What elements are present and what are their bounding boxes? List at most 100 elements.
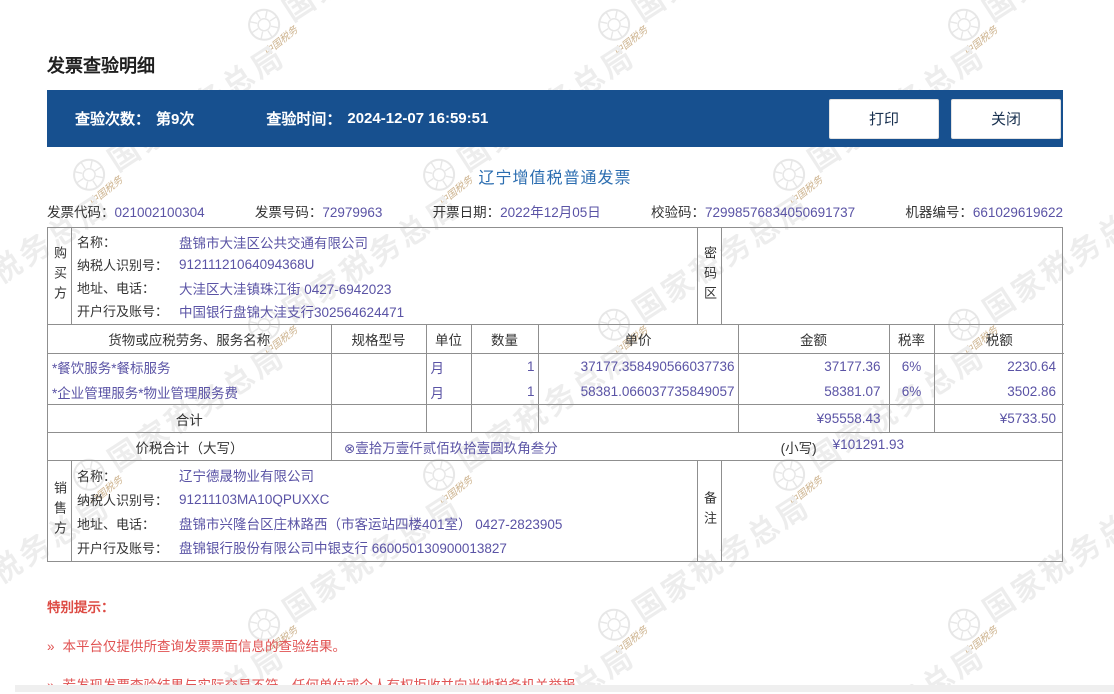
buyer-name-value: 盘锦市大洼区公共交通有限公司 — [179, 232, 697, 252]
col-header-price: 单价 — [538, 325, 738, 354]
grand-total-row: 价税合计（大写） ⊗壹拾万壹仟贰佰玖拾壹圆玖角叁分 (小写) ¥101291.9… — [48, 432, 1062, 460]
invoice-meta-row: 发票代码：021002100304 发票号码：72979963 开票日期：202… — [47, 201, 1063, 221]
print-button[interactable]: 打印 — [829, 99, 939, 139]
check-count-value: 第9次 — [156, 108, 194, 129]
invoice-date-value: 2022年12月05日 — [500, 205, 601, 220]
buyer-bank-label: 开户行及账号： — [72, 301, 179, 320]
buyer-address-value: 大洼区大洼镇珠江街 0427-6942023 — [179, 278, 697, 298]
page-container: 发票查验明细 查验次数： 第9次 查验时间： 2024-12-07 16:59:… — [47, 0, 1063, 694]
notice-line: »本平台仅提供所查询发票票面信息的查验结果。 — [47, 635, 1063, 655]
invoice-code: 发票代码：021002100304 — [47, 201, 205, 221]
invoice-table: 购买方 名称： 盘锦市大洼区公共交通有限公司 纳税人识别号： 912111210… — [47, 227, 1063, 562]
item-qty: 1 — [471, 354, 538, 380]
invoice-checksum-value: 72998576834050691737 — [705, 205, 855, 220]
item-name: *企业管理服务*物业管理服务费 — [48, 379, 331, 405]
col-header-name: 货物或应税劳务、服务名称 — [48, 325, 331, 354]
special-notice-title: 特别提示： — [47, 596, 1063, 616]
buyer-taxid-label: 纳税人识别号： — [72, 255, 179, 274]
item-price: 37177.358490566037736 — [538, 354, 738, 380]
invoice-checksum-label: 校验码： — [651, 205, 705, 220]
invoice-title: 辽宁增值税普通发票 — [47, 164, 1063, 188]
item-amount: 37177.36 — [738, 354, 889, 380]
buyer-rows: 名称： 盘锦市大洼区公共交通有限公司 纳税人识别号： 9121112106409… — [71, 228, 698, 324]
col-header-unit: 单位 — [426, 325, 471, 354]
col-header-amount: 金额 — [738, 325, 889, 354]
bottom-strip — [15, 685, 1114, 692]
item-spec — [331, 379, 426, 405]
item-amount: 58381.07 — [738, 379, 889, 405]
item-qty: 1 — [471, 379, 538, 405]
remarks-area — [721, 461, 1062, 561]
seller-side-label-text: 销售方 — [48, 481, 71, 541]
check-count-label: 查验次数： — [75, 108, 150, 129]
goods-header-row: 货物或应税劳务、服务名称 规格型号 单位 数量 单价 金额 税率 税额 — [48, 325, 1064, 354]
seller-taxid-row: 纳税人识别号： 91211103MA10QPUXXC — [72, 487, 697, 511]
seller-bank-row: 开户行及账号： 盘锦银行股份有限公司中银支行 66005013090001382… — [72, 535, 697, 559]
subtotal-tax: ¥5733.50 — [934, 405, 1064, 433]
seller-taxid-label: 纳税人识别号： — [72, 490, 179, 509]
item-row: *餐饮服务*餐标服务 月 1 37177.358490566037736 371… — [48, 354, 1064, 380]
seller-address-row: 地址、电话： 盘锦市兴隆台区庄林路西（市客运站四楼401室） 0427-2823… — [72, 511, 697, 535]
verification-header-bar: 查验次数： 第9次 查验时间： 2024-12-07 16:59:51 打印 关… — [47, 90, 1063, 147]
subtotal-amount: ¥95558.43 — [738, 405, 889, 433]
header-buttons: 打印 关闭 — [829, 99, 1063, 139]
check-time-group: 查验时间： 2024-12-07 16:59:51 — [266, 108, 488, 129]
amount-in-figures: ¥101291.93 — [833, 437, 904, 457]
buyer-side-label-text: 购买方 — [48, 246, 71, 306]
password-area-label: 密码区 — [698, 228, 721, 324]
invoice-checksum: 校验码：72998576834050691737 — [651, 201, 855, 221]
buyer-name-label: 名称： — [72, 232, 179, 251]
amount-in-words: ⊗壹拾万壹仟贰佰玖拾壹圆玖角叁分 — [332, 437, 558, 457]
page-title: 发票查验明细 — [47, 52, 1063, 78]
goods-table: 货物或应税劳务、服务名称 规格型号 单位 数量 单价 金额 税率 税额 *餐饮服… — [48, 324, 1064, 432]
item-name: *餐饮服务*餐标服务 — [48, 354, 331, 380]
buyer-bank-value: 中国银行盘锦大洼支行302564624471 — [179, 301, 697, 321]
buyer-taxid-value: 91211121064094368U — [179, 257, 697, 272]
seller-address-value: 盘锦市兴隆台区庄林路西（市客运站四楼401室） 0427-2823905 — [179, 513, 697, 533]
buyer-section: 购买方 名称： 盘锦市大洼区公共交通有限公司 纳税人识别号： 912111210… — [48, 228, 1062, 324]
item-tax: 3502.86 — [934, 379, 1064, 405]
invoice-date-label: 开票日期： — [433, 205, 501, 220]
subtotal-row: 合计 ¥95558.43 ¥5733.50 — [48, 405, 1064, 433]
invoice-code-value: 021002100304 — [115, 205, 205, 220]
buyer-address-label: 地址、电话： — [72, 278, 179, 297]
item-rate: 6% — [889, 379, 934, 405]
seller-name-row: 名称： 辽宁德晟物业有限公司 — [72, 463, 697, 487]
buyer-address-row: 地址、电话： 大洼区大洼镇珠江街 0427-6942023 — [72, 276, 697, 299]
seller-name-value: 辽宁德晟物业有限公司 — [179, 465, 697, 485]
seller-taxid-value: 91211103MA10QPUXXC — [179, 492, 697, 507]
password-area-label-text: 密码区 — [698, 246, 721, 306]
buyer-taxid-row: 纳税人识别号： 91211121064094368U — [72, 253, 697, 276]
machine-number: 机器编号：661029619622 — [905, 201, 1063, 221]
item-rate: 6% — [889, 354, 934, 380]
col-header-qty: 数量 — [471, 325, 538, 354]
small-amount-label: (小写) — [781, 437, 817, 457]
subtotal-unit — [426, 405, 471, 433]
bullet-icon: » — [47, 639, 55, 654]
remarks-label-text: 备注 — [698, 491, 721, 531]
seller-name-label: 名称： — [72, 466, 179, 485]
machine-number-label: 机器编号： — [905, 205, 973, 220]
subtotal-price — [538, 405, 738, 433]
amount-in-figures-group: (小写) ¥101291.93 — [781, 437, 904, 457]
item-tax: 2230.64 — [934, 354, 1064, 380]
seller-side-label: 销售方 — [48, 461, 71, 561]
check-count-group: 查验次数： 第9次 — [75, 108, 194, 129]
password-area — [721, 228, 1062, 324]
invoice-number-label: 发票号码： — [255, 205, 323, 220]
check-time-label: 查验时间： — [266, 108, 341, 129]
subtotal-qty — [471, 405, 538, 433]
seller-bank-value: 盘锦银行股份有限公司中银支行 660050130900013827 — [179, 537, 697, 557]
subtotal-rate — [889, 405, 934, 433]
invoice-code-label: 发票代码： — [47, 205, 115, 220]
seller-section: 销售方 名称： 辽宁德晟物业有限公司 纳税人识别号： 91211103MA10Q… — [48, 460, 1062, 561]
buyer-bank-row: 开户行及账号： 中国银行盘锦大洼支行302564624471 — [72, 299, 697, 322]
buyer-side-label: 购买方 — [48, 228, 71, 324]
check-time-value: 2024-12-07 16:59:51 — [347, 110, 488, 127]
grand-total-content: ⊗壹拾万壹仟贰佰玖拾壹圆玖角叁分 (小写) ¥101291.93 — [331, 433, 1062, 460]
col-header-tax: 税额 — [934, 325, 1064, 354]
close-button[interactable]: 关闭 — [951, 99, 1061, 139]
subtotal-label: 合计 — [48, 405, 331, 433]
col-header-spec: 规格型号 — [331, 325, 426, 354]
item-price: 58381.066037735849057 — [538, 379, 738, 405]
